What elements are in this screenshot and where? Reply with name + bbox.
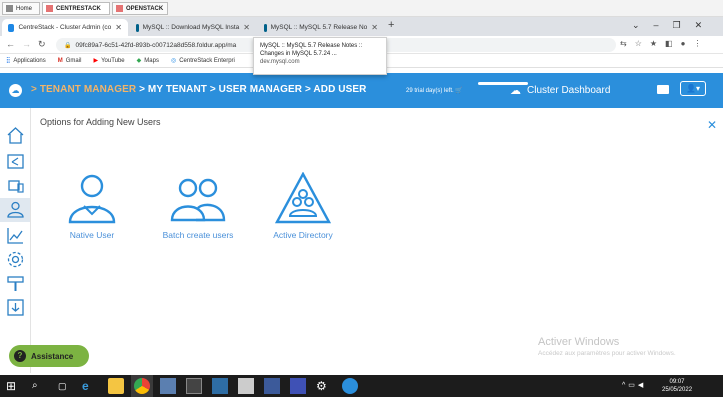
tab-favicon-icon: [136, 23, 139, 32]
page-title: Options for Adding New Users: [40, 117, 161, 127]
bookmark-gmail[interactable]: M Gmail: [58, 58, 82, 64]
app-icon-1[interactable]: [160, 378, 176, 394]
sidebar-chart-icon[interactable]: [6, 226, 25, 245]
url-text: 09fc89a7-6c51-42fd-893b-c00712a8d558.fol…: [75, 41, 237, 49]
outer-tab-label: Home: [16, 5, 33, 12]
windows-start-icon[interactable]: ⊞: [6, 378, 22, 394]
file-explorer-icon[interactable]: [108, 378, 124, 394]
app-icon-3[interactable]: [212, 378, 228, 394]
sidebar: [0, 108, 31, 373]
reload-icon[interactable]: ↻: [38, 39, 46, 50]
browser-tab-bar: CentreStack - Cluster Admin (co ✕ MySQL :…: [0, 17, 723, 36]
outer-tab-openstack[interactable]: OPENSTACK: [112, 2, 168, 15]
tab-close-icon[interactable]: ✕: [371, 23, 378, 32]
sidebar-download-icon[interactable]: [6, 298, 25, 317]
back-icon[interactable]: ←: [6, 39, 15, 49]
bookmark-centrestack[interactable]: ◎ CentreStack Enterpri: [170, 57, 235, 65]
edge-icon[interactable]: e: [82, 378, 98, 394]
youtube-icon: ▶: [93, 58, 99, 64]
option-batch-create[interactable]: Batch create users: [153, 172, 243, 240]
app-icon-4[interactable]: [238, 378, 254, 394]
outer-tab-home[interactable]: Home: [2, 2, 40, 15]
batch-users-icon: [170, 178, 226, 222]
gmail-icon: M: [57, 57, 63, 64]
centrestack-icon: ◎: [170, 58, 177, 64]
activation-watermark-title: Activer Windows: [538, 336, 620, 348]
openstack-icon: [116, 5, 123, 12]
tab-close-icon[interactable]: ✕: [243, 23, 250, 32]
dashboard-cloud-icon: ☁: [510, 85, 521, 97]
outer-tab-centrestack[interactable]: CENTRESTACK: [42, 2, 110, 15]
app-icon-2[interactable]: [186, 378, 202, 394]
outer-tab-strip: Home CENTRESTACK OPENSTACK: [0, 0, 723, 17]
active-directory-icon: [275, 172, 331, 224]
tab-label: MySQL :: MySQL 5.7 Release No: [270, 24, 368, 31]
browser-tab-mysql-download[interactable]: MySQL :: Download MySQL Insta ✕: [130, 19, 256, 36]
home-icon: [6, 5, 13, 12]
assistance-button[interactable]: ? Assistance: [9, 345, 89, 367]
forward-icon[interactable]: →: [22, 39, 31, 49]
option-label: Native User: [69, 230, 115, 240]
tab-label: CentreStack - Cluster Admin (co: [18, 24, 112, 31]
tab-favicon-icon: [8, 23, 15, 32]
window-controls[interactable]: ⌄–❐✕: [632, 20, 716, 31]
app-icon-5[interactable]: [264, 378, 280, 394]
centrestack-icon: [46, 5, 53, 12]
sidebar-home-icon[interactable]: [6, 126, 25, 145]
sidebar-share-icon[interactable]: [6, 152, 25, 171]
apps-grid-icon: ⣿: [6, 58, 11, 64]
toolbar-icons[interactable]: ⇆☆★◧●⋮: [620, 39, 709, 48]
search-icon[interactable]: ⌕: [32, 378, 48, 394]
browser-tab-centrestack[interactable]: CentreStack - Cluster Admin (co ✕: [2, 19, 128, 36]
option-label: Batch create users: [162, 230, 234, 240]
breadcrumb-rest[interactable]: > MY TENANT > USER MANAGER > ADD USER: [139, 84, 366, 95]
tab-label: MySQL :: Download MySQL Insta: [142, 24, 240, 31]
option-active-directory[interactable]: Active Directory: [258, 172, 348, 240]
folder-icon[interactable]: [657, 85, 669, 94]
close-icon[interactable]: ✕: [707, 118, 717, 132]
cart-icon[interactable]: 🛒: [455, 88, 462, 94]
tooltip-domain: dev.mysql.com: [260, 59, 300, 65]
cluster-dashboard-link[interactable]: ☁ Cluster Dashboard: [510, 84, 610, 97]
sidebar-settings-icon[interactable]: [6, 250, 25, 269]
taskbar-clock[interactable]: 09:07 25/05/2022: [662, 378, 692, 394]
outer-tab-label: CENTRESTACK: [56, 5, 101, 12]
activation-watermark-text: Accédez aux paramètres pour activer Wind…: [538, 350, 676, 357]
taskbar: ⊞ ⌕ ▢ e ⚙ ^▭◀: [0, 375, 723, 397]
help-icon: ?: [14, 350, 26, 362]
trial-notice: 29 trial day(s) left. 🛒: [406, 88, 463, 94]
tab-close-icon[interactable]: ✕: [115, 23, 122, 32]
bookmark-applications[interactable]: ⣿ Applications: [6, 57, 46, 65]
sidebar-users-icon[interactable]: [0, 198, 30, 222]
task-view-icon[interactable]: ▢: [58, 378, 74, 394]
outer-tab-label: OPENSTACK: [126, 5, 164, 12]
breadcrumb: > TENANT MANAGER > MY TENANT > USER MANA…: [31, 84, 366, 95]
lock-icon: 🔒: [64, 42, 72, 49]
maps-icon: ◆: [136, 58, 142, 64]
centrestack-taskbar-icon[interactable]: [342, 378, 358, 394]
cloud-logo-icon[interactable]: ☁: [9, 84, 22, 97]
sidebar-devices-icon[interactable]: [6, 177, 25, 196]
browser-tab-mysql-notes[interactable]: MySQL :: MySQL 5.7 Release No ✕: [258, 19, 384, 36]
option-label: Active Directory: [273, 230, 333, 240]
native-user-icon: [68, 174, 116, 224]
sidebar-brush-icon[interactable]: [6, 274, 25, 293]
new-tab-button[interactable]: +: [388, 19, 394, 31]
app-icon-6[interactable]: [290, 378, 306, 394]
bookmark-youtube[interactable]: ▶ YouTube: [93, 57, 124, 65]
tab-favicon-icon: [264, 23, 267, 32]
tooltip-title: MySQL :: MySQL 5.7 Release Notes :: Chan…: [260, 43, 363, 57]
bookmark-maps[interactable]: ◆ Maps: [136, 57, 159, 65]
system-tray-icons[interactable]: ^▭◀: [622, 381, 646, 389]
option-native-user[interactable]: Native User: [47, 172, 137, 240]
settings-gear-icon[interactable]: ⚙: [316, 378, 332, 394]
breadcrumb-tenant-manager[interactable]: > TENANT MANAGER: [31, 84, 136, 95]
tab-hover-tooltip: MySQL :: MySQL 5.7 Release Notes :: Chan…: [253, 37, 387, 75]
user-menu-icon[interactable]: 👤▾: [680, 81, 706, 96]
chrome-taskbar-active[interactable]: [131, 375, 153, 397]
